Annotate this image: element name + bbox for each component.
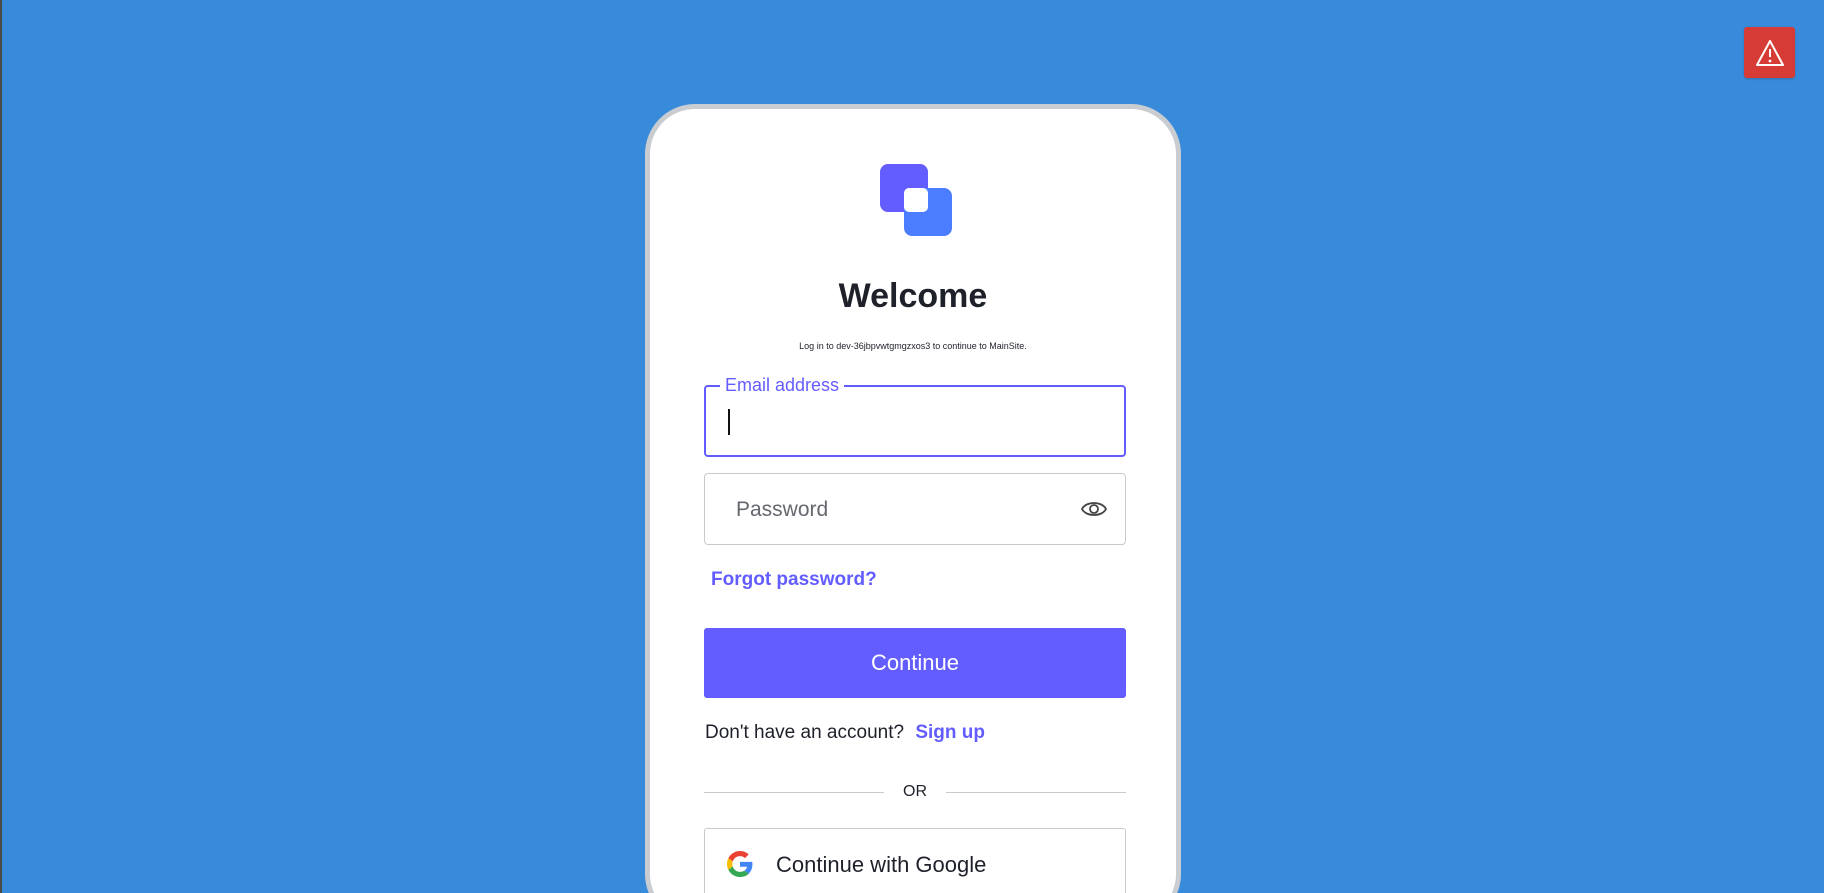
window-edge — [0, 0, 2, 893]
or-divider: OR — [704, 781, 1126, 805]
google-icon — [727, 851, 753, 877]
email-label: Email address — [720, 375, 845, 395]
brand-logo-icon — [880, 164, 952, 236]
continue-button[interactable]: Continue — [704, 628, 1126, 698]
eye-icon[interactable] — [1081, 498, 1107, 520]
warning-icon — [1755, 39, 1784, 66]
divider-line-right — [946, 792, 1126, 793]
login-card: Welcome Log in to dev-36jbpvwtgmgzxos3 t… — [645, 104, 1181, 893]
text-cursor — [728, 409, 730, 435]
google-login-label: Continue with Google — [776, 852, 987, 877]
google-login-button[interactable]: Continue with Google — [704, 828, 1126, 893]
signup-prompt: Don't have an account? — [705, 722, 905, 743]
signup-row: Don't have an account? Sign up — [705, 722, 985, 744]
password-placeholder: Password — [736, 498, 829, 521]
page-subtitle: Log in to dev-36jbpvwtgmgzxos3 to contin… — [799, 341, 1027, 351]
password-field[interactable]: Password — [704, 473, 1126, 545]
page-title: Welcome — [838, 277, 988, 315]
email-field[interactable]: Email address — [704, 375, 1126, 457]
signup-link[interactable]: Sign up — [915, 722, 985, 743]
alert-button[interactable] — [1744, 27, 1795, 78]
forgot-password-link[interactable]: Forgot password? — [711, 569, 877, 591]
